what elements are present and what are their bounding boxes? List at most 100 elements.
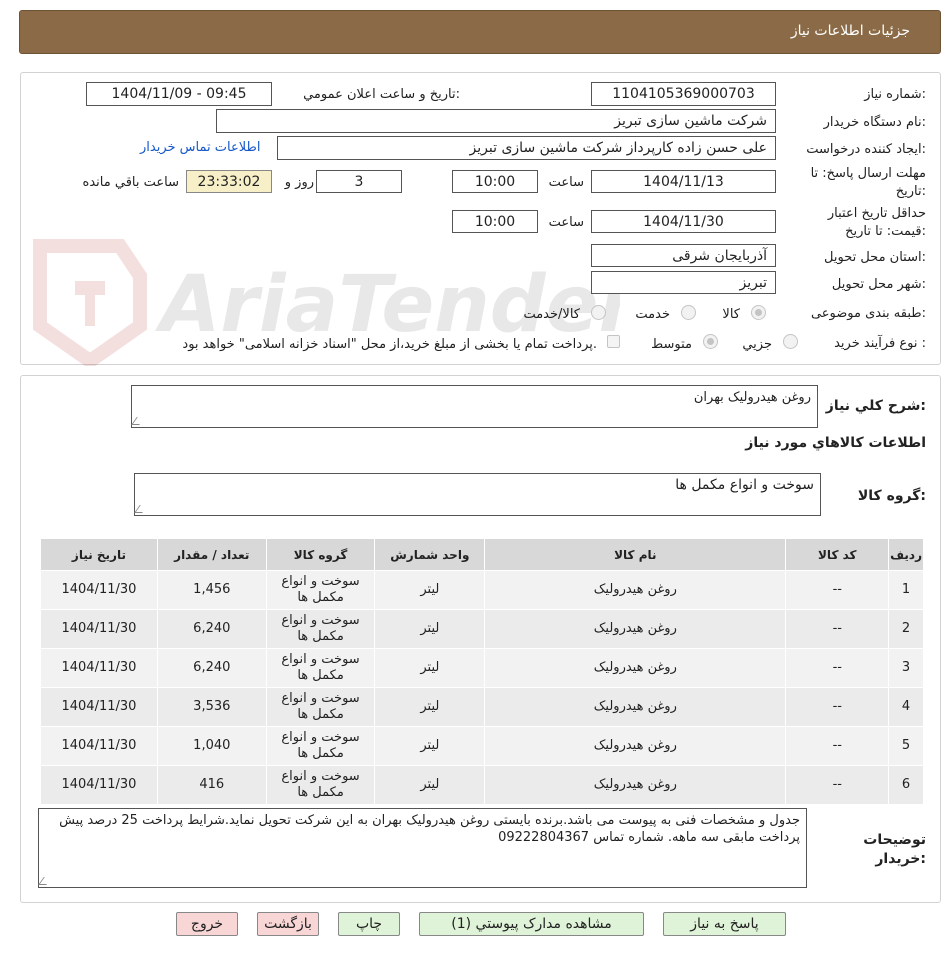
- col-row-number: ردیف: [888, 538, 924, 571]
- cell-item-name: روغن هیدرولیک: [484, 726, 787, 766]
- exit-button[interactable]: خروج: [176, 912, 238, 936]
- col-unit: واحد شمارش: [374, 538, 486, 571]
- cell-quantity: 6,240: [156, 648, 267, 688]
- table-row: 5 -- روغن هیدرولیک لیتر سوخت و انواع مکم…: [40, 726, 924, 766]
- cell-group: سوخت و انواع مکمل ها: [265, 726, 376, 766]
- cell-unit: لیتر: [374, 609, 486, 649]
- goods-group-value: سوخت و انواع مکمل ها: [675, 477, 814, 493]
- cell-item-name: روغن هیدرولیک: [484, 687, 787, 727]
- category-option-goods: کالا: [722, 307, 740, 322]
- category-radio-goods[interactable]: [751, 305, 766, 320]
- announce-field: 1404/11/09 - 09:45: [86, 82, 272, 106]
- col-group: گروه کالا: [265, 538, 376, 571]
- cell-group: سوخت و انواع مکمل ها: [265, 765, 376, 805]
- col-item-code: کد کالا: [785, 538, 890, 571]
- cell-quantity: 6,240: [156, 609, 267, 649]
- process-label: نوع فرآیند خرید :: [834, 336, 926, 351]
- cell-need-date: 1404/11/30: [40, 648, 158, 688]
- validity-label-2: قیمت: تا تاریخ:: [845, 224, 926, 239]
- description-value: روغن هیدرولیک بهران: [693, 390, 811, 405]
- deadline-date-field: 1404/11/13: [591, 170, 776, 193]
- process-radio-medium[interactable]: [703, 334, 718, 349]
- category-label: طبقه بندی موضوعی:: [810, 306, 926, 321]
- remaining-label: ساعت باقي مانده: [82, 175, 179, 190]
- table-row: 6 -- روغن هیدرولیک لیتر سوخت و انواع مکم…: [40, 765, 924, 805]
- cell-item-name: روغن هیدرولیک: [484, 765, 787, 805]
- buyer-org-label: نام دستگاه خریدار:: [823, 115, 926, 130]
- page-title: جزئیات اطلاعات نیاز: [790, 23, 910, 39]
- cell-row-number: 6: [888, 765, 924, 805]
- cell-row-number: 2: [888, 609, 924, 649]
- cell-need-date: 1404/11/30: [40, 570, 158, 610]
- deadline-time-field: 10:00: [452, 170, 538, 193]
- validity-date-field: 1404/11/30: [591, 210, 776, 233]
- cell-item-code: --: [785, 687, 890, 727]
- page-header: جزئیات اطلاعات نیاز: [19, 10, 941, 54]
- resize-grip-icon[interactable]: [131, 417, 145, 425]
- need-number-field: 1104105369000703: [591, 82, 776, 106]
- goods-group-textarea[interactable]: سوخت و انواع مکمل ها: [134, 473, 821, 516]
- cell-row-number: 4: [888, 687, 924, 727]
- contact-info-link[interactable]: اطلاعات تماس خریدار: [140, 140, 260, 155]
- buyer-notes-label-2: خریدار:: [875, 851, 926, 867]
- cell-unit: لیتر: [374, 570, 486, 610]
- city-field: تبریز: [591, 271, 776, 294]
- cell-item-code: --: [785, 609, 890, 649]
- validity-time-field: 10:00: [452, 210, 538, 233]
- buyer-notes-textarea[interactable]: جدول و مشخصات فنی به پیوست می باشد.برنده…: [38, 808, 807, 888]
- cell-item-code: --: [785, 648, 890, 688]
- cell-item-code: --: [785, 765, 890, 805]
- print-button[interactable]: چاپ: [338, 912, 400, 936]
- items-title: اطلاعات كالاهاي مورد نیاز: [745, 435, 926, 451]
- cell-item-name: روغن هیدرولیک: [484, 609, 787, 649]
- cell-group: سوخت و انواع مکمل ها: [265, 570, 376, 610]
- cell-group: سوخت و انواع مکمل ها: [265, 687, 376, 727]
- back-button[interactable]: بازگشت: [257, 912, 319, 936]
- view-attachments-button[interactable]: مشاهده مدارک پیوستي (1): [419, 912, 644, 936]
- process-option-minor: جزیي: [742, 337, 772, 352]
- deadline-time-label: ساعت: [548, 175, 584, 190]
- deadline-label-2: تاریخ:: [895, 184, 926, 199]
- process-radio-minor[interactable]: [783, 334, 798, 349]
- table-row: 1 -- روغن هیدرولیک لیتر سوخت و انواع مکم…: [40, 570, 924, 610]
- process-option-medium: متوسط: [651, 337, 692, 352]
- col-need-date: تاریخ نیاز: [40, 538, 158, 571]
- cell-need-date: 1404/11/30: [40, 687, 158, 727]
- cell-item-code: --: [785, 726, 890, 766]
- table-row: 2 -- روغن هیدرولیک لیتر سوخت و انواع مکم…: [40, 609, 924, 649]
- table-header-row: ردیف کد کالا نام کالا واحد شمارش گروه کا…: [40, 538, 924, 571]
- category-radio-service[interactable]: [681, 305, 696, 320]
- province-label: استان محل تحویل:: [824, 250, 926, 265]
- category-radio-goods-service[interactable]: [591, 305, 606, 320]
- goods-group-label: گروه کالا:: [857, 488, 926, 504]
- cell-quantity: 416: [156, 765, 267, 805]
- requester-label: ایجاد کننده درخواست:: [806, 142, 926, 157]
- cell-item-name: روغن هیدرولیک: [484, 648, 787, 688]
- reply-button[interactable]: پاسخ به نیاز: [663, 912, 786, 936]
- province-field: آذربایجان شرقی: [591, 244, 776, 267]
- cell-need-date: 1404/11/30: [40, 609, 158, 649]
- days-field: 3: [316, 170, 402, 193]
- resize-grip-icon[interactable]: [38, 877, 52, 885]
- deadline-label: مهلت ارسال پاسخ: تا: [810, 166, 926, 181]
- city-label: شهر محل تحویل:: [831, 277, 926, 292]
- cell-quantity: 1,456: [156, 570, 267, 610]
- days-label: روز و: [284, 175, 314, 190]
- description-label: شرح کلي نیاز:: [825, 398, 926, 414]
- cell-quantity: 3,536: [156, 687, 267, 727]
- cell-unit: لیتر: [374, 687, 486, 727]
- cell-item-code: --: [785, 570, 890, 610]
- buyer-org-field: شرکت ماشین سازی تبریز: [216, 109, 776, 133]
- cell-quantity: 1,040: [156, 726, 267, 766]
- remaining-time-field: 23:33:02: [186, 170, 272, 193]
- cell-row-number: 1: [888, 570, 924, 610]
- cell-group: سوخت و انواع مکمل ها: [265, 648, 376, 688]
- cell-row-number: 3: [888, 648, 924, 688]
- treasury-payment-checkbox[interactable]: [607, 335, 620, 348]
- resize-grip-icon[interactable]: [134, 505, 148, 513]
- items-table: ردیف کد کالا نام کالا واحد شمارش گروه کا…: [40, 538, 924, 805]
- cell-group: سوخت و انواع مکمل ها: [265, 609, 376, 649]
- cell-item-name: روغن هیدرولیک: [484, 570, 787, 610]
- table-row: 3 -- روغن هیدرولیک لیتر سوخت و انواع مکم…: [40, 648, 924, 688]
- description-textarea[interactable]: روغن هیدرولیک بهران: [131, 385, 818, 428]
